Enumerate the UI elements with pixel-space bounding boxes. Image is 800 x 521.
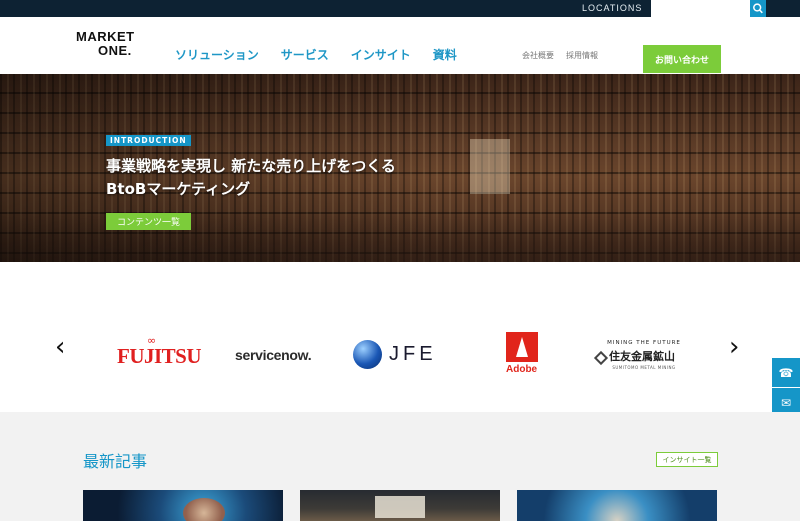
hero-title: 事業戦略を実現し 新たな売り上げをつくる BtoBマーケティング bbox=[106, 155, 396, 201]
latest-articles-heading: 最新記事 bbox=[83, 452, 148, 471]
latest-articles-section: 最新記事 インサイト一覧 bbox=[0, 412, 800, 521]
hero-window-light bbox=[470, 139, 510, 194]
sumitomo-tagline: MINING THE FUTURE bbox=[607, 340, 681, 346]
search-icon bbox=[753, 3, 763, 14]
hero-banner: INTRODUCTION 事業戦略を実現し 新たな売り上げをつくる BtoBマー… bbox=[0, 74, 800, 262]
subnav-item-careers[interactable]: 採用情報 bbox=[566, 50, 598, 61]
market-one-logo[interactable]: MARKET ONE. bbox=[76, 30, 146, 60]
hero-title-line1: 事業戦略を実現し 新たな売り上げをつくる bbox=[106, 157, 396, 175]
search-button[interactable] bbox=[750, 0, 766, 17]
search-input[interactable] bbox=[651, 0, 750, 17]
subnav-item-company[interactable]: 会社概要 bbox=[522, 50, 554, 61]
locations-link[interactable]: LOCATIONS bbox=[582, 3, 642, 13]
carousel-prev-icon[interactable]: ‹ bbox=[55, 334, 65, 360]
sumitomo-logo[interactable]: MINING THE FUTURE 住友金属鉱山 SUMITOMO METAL … bbox=[593, 340, 693, 370]
content-list-button[interactable]: コンテンツ一覧 bbox=[106, 213, 191, 230]
sumitomo-english-name: SUMITOMO METAL MINING bbox=[612, 365, 676, 370]
sumitomo-wordmark: 住友金属鉱山 bbox=[609, 350, 675, 363]
adobe-mark-icon bbox=[506, 332, 538, 362]
servicenow-logo[interactable]: servicenow. bbox=[235, 347, 312, 363]
phone-button[interactable]: ☎ bbox=[772, 358, 800, 387]
client-logo-carousel: ‹ ∞ FUJITSU servicenow. JFE Adobe MINING… bbox=[0, 262, 800, 412]
article-card-image[interactable] bbox=[300, 490, 500, 521]
adobe-logo[interactable]: Adobe bbox=[506, 332, 540, 377]
fujitsu-wordmark: FUJITSU bbox=[117, 344, 202, 368]
jfe-wordmark: JFE bbox=[389, 343, 437, 365]
mail-icon: ✉ bbox=[780, 395, 792, 410]
carousel-next-icon[interactable]: › bbox=[729, 334, 739, 360]
nav-item-insights[interactable]: インサイト bbox=[351, 46, 411, 63]
nav-item-services[interactable]: サービス bbox=[281, 46, 329, 63]
contact-button[interactable]: お問い合わせ bbox=[643, 45, 721, 73]
sub-nav: 会社概要 採用情報 bbox=[522, 50, 598, 61]
hero-title-line2: BtoBマーケティング bbox=[106, 180, 251, 198]
phone-icon: ☎ bbox=[778, 365, 794, 380]
article-card-image[interactable] bbox=[517, 490, 717, 521]
jfe-logo[interactable]: JFE bbox=[353, 338, 448, 370]
intro-tag: INTRODUCTION bbox=[106, 135, 191, 146]
article-card-image[interactable] bbox=[83, 490, 283, 521]
nav-item-solutions[interactable]: ソリューション bbox=[175, 46, 259, 63]
jfe-globe-icon bbox=[353, 340, 382, 369]
fujitsu-logo[interactable]: ∞ FUJITSU bbox=[117, 334, 202, 374]
logo-line1: MARKET bbox=[76, 29, 135, 44]
nav-item-resources[interactable]: 資料 bbox=[433, 46, 457, 63]
adobe-wordmark: Adobe bbox=[506, 364, 538, 375]
site-header: MARKET ONE. ソリューション サービス インサイト 資料 会社概要 採… bbox=[0, 17, 800, 74]
logo-line2: ONE. bbox=[98, 43, 132, 58]
insights-list-link[interactable]: インサイト一覧 bbox=[656, 452, 718, 467]
top-utility-bar: LOCATIONS bbox=[0, 0, 800, 17]
main-nav: ソリューション サービス インサイト 資料 bbox=[175, 46, 457, 63]
